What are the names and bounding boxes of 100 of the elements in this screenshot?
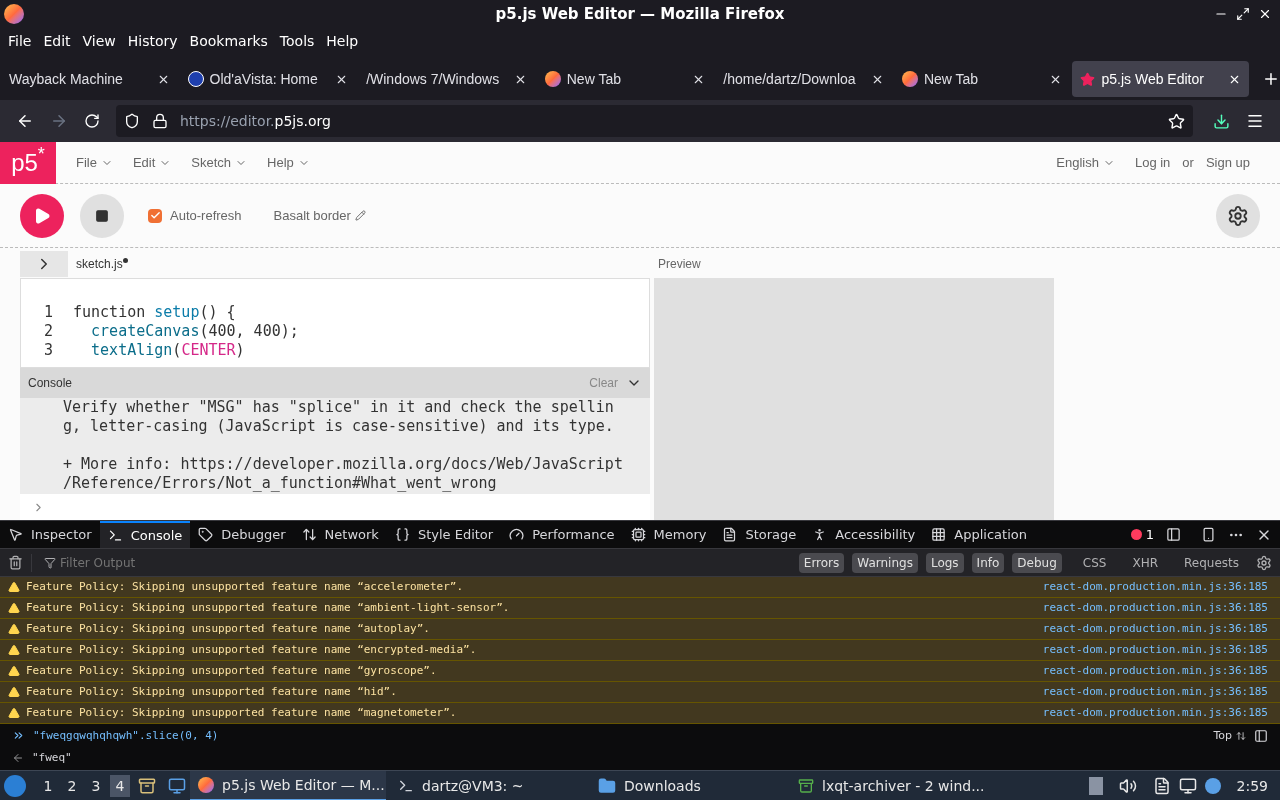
console-message: Feature Policy: Skipping unsupported feature name “autoplay”. [26,620,430,637]
devtools-tab[interactable]: Inspector [0,521,100,548]
source-link[interactable]: react-dom.production.min.js:36:185 [1042,662,1272,680]
menu-item[interactable]: View [82,30,116,52]
devtools-tab[interactable]: Console [99,521,191,548]
filter-toggle[interactable]: Logs [925,552,964,573]
taskbar-button[interactable]: lxqt-archiver - 2 wind... [790,771,986,800]
responsive-icon[interactable] [1201,527,1216,542]
workspace-button[interactable]: 2 [62,775,82,797]
clipboard-icon[interactable] [1152,777,1171,795]
browser-icon [198,777,214,793]
sketch-name[interactable]: Basalt border [273,205,351,226]
browser-tab[interactable]: /home/dartz/Downloa [715,61,892,97]
browser-icon [544,71,561,87]
source-link[interactable]: react-dom.production.min.js:36:185 [1042,704,1272,722]
settings-icon[interactable] [1256,554,1272,571]
settings-button[interactable] [1216,193,1260,238]
reload-icon[interactable] [84,113,100,129]
taskbar-button[interactable]: p5.js Web Editor — M... [190,771,386,800]
source-link[interactable]: react-dom.production.min.js:36:185 [1042,578,1272,596]
console-input[interactable]: "fweqgqwqhqhqwh".slice(0, 4) [33,727,219,744]
warning-icon [8,581,20,593]
dock-icon[interactable] [1166,527,1181,542]
browser-tab[interactable]: New Tab [536,61,714,97]
context-selector[interactable]: Top [1213,727,1232,744]
source-link[interactable]: react-dom.production.min.js:36:185 [1042,599,1272,617]
devtools-tab[interactable]: Accessibility [804,521,924,548]
devtools-tab[interactable]: Debugger [190,521,294,548]
filter-toggle[interactable]: XHR [1127,552,1163,573]
source-link[interactable]: react-dom.production.min.js:36:185 [1042,620,1272,638]
desktop-icon[interactable] [168,777,186,795]
menu-item[interactable]: Tools [279,30,315,52]
result-arrow-icon [12,752,24,765]
browser-tab[interactable]: New Tab [893,61,1071,97]
pencil-icon[interactable] [354,210,366,221]
browser-tab[interactable]: Wayback Machine [1,61,178,97]
stop-button[interactable] [80,193,124,238]
workspace-button[interactable]: 1 [38,775,58,797]
devtools-tab[interactable]: Style Editor [386,521,502,548]
language-dropdown[interactable]: English [1056,152,1115,173]
menu-button[interactable]: Sketch [191,152,248,173]
address-bar[interactable]: https://editor.p5js.org [116,105,1193,137]
menu-item[interactable]: Help [326,30,359,52]
network-icon[interactable] [1178,777,1197,795]
p5-logo[interactable]: p5$^{*}$ [0,141,56,184]
workspace-button[interactable]: 3 [86,775,106,797]
file-name[interactable]: sketch.js [76,255,123,273]
filter-toggle[interactable]: CSS [1077,552,1112,573]
auto-refresh-checkbox[interactable] [148,208,162,223]
terminal-icon [398,778,414,794]
source-link[interactable]: react-dom.production.min.js:36:185 [1042,641,1272,659]
filter-toggle[interactable]: Errors [798,552,845,573]
devtools-tab[interactable]: Application [923,521,1035,548]
browser-tab[interactable]: p5.js Web Editor [1072,61,1250,97]
sidebar-icon[interactable] [1254,728,1268,743]
tab-title: /Windows 7/Windows [366,69,500,89]
menu-button[interactable]: Edit [132,152,172,173]
menu-icon[interactable] [1246,112,1264,130]
arrows-icon [301,527,317,542]
menu-button[interactable]: File [76,152,113,173]
trash-icon[interactable] [8,555,23,570]
menu-item[interactable]: File [8,30,32,52]
updown-icon[interactable] [1236,730,1246,741]
back-icon[interactable] [16,112,34,130]
play-button[interactable] [20,193,64,238]
browser-tab[interactable]: /Windows 7/Windows [358,61,535,97]
filter-icon [44,556,56,569]
bookmark-icon[interactable] [1168,112,1185,130]
download-icon[interactable] [1213,112,1230,130]
devtools-tab[interactable]: Storage [714,521,805,548]
devtools-tab[interactable]: Memory [622,521,715,548]
login-link[interactable]: Log in [1134,152,1171,173]
signup-link[interactable]: Sign up [1205,152,1250,173]
notification-icon[interactable] [1204,778,1221,794]
devtools-tab[interactable]: Performance [501,521,623,548]
browser-tab[interactable]: Old'aVista: Home [179,61,357,97]
menu-button[interactable]: Help [267,152,310,173]
forward-icon[interactable] [50,112,68,130]
filter-toggle[interactable]: Info [971,552,1005,573]
filter-toggle[interactable]: Warnings [852,552,918,573]
clock: 2:59 [1236,776,1268,796]
close-icon[interactable] [1258,7,1272,21]
console-line: g, letter-casing (JavaScript is case-sensitive) and its type. [63,417,615,436]
taskbar-button[interactable]: Downloads [590,771,786,800]
drawer-icon[interactable] [138,777,156,795]
menu-item[interactable]: Edit [43,30,71,52]
menu-item[interactable]: History [127,30,178,52]
taskbar-button[interactable]: dartz@VM3: ~ [390,771,586,800]
filter-toggle[interactable]: Debug [1012,552,1062,573]
workspace-button[interactable]: 4 [110,775,130,797]
volume-icon[interactable] [1118,777,1137,795]
menu-item[interactable]: Bookmarks [189,30,268,52]
source-link[interactable]: react-dom.production.min.js:36:185 [1042,683,1272,701]
maximize-icon[interactable] [1236,7,1250,21]
start-menu-icon[interactable] [4,775,26,797]
error-count[interactable]: 1 [1130,524,1154,545]
new-tab-icon[interactable] [1262,70,1280,88]
filter-toggle[interactable]: Requests [1179,552,1244,573]
warning-icon [8,644,20,656]
devtools-tab[interactable]: Network [293,521,387,548]
